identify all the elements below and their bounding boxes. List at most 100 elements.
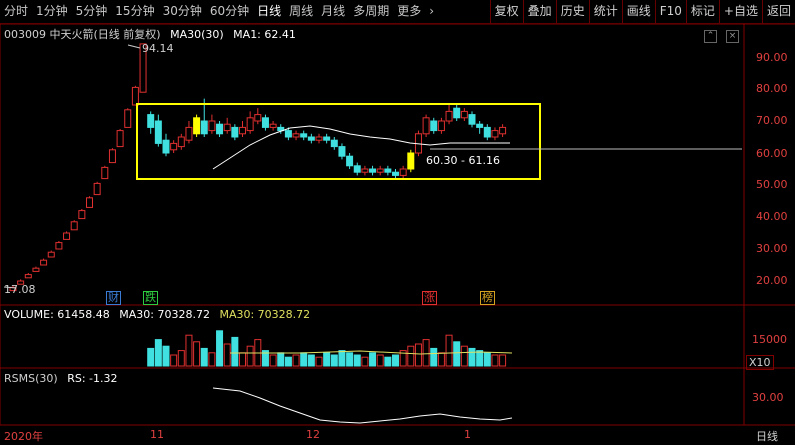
candle-body (101, 166, 109, 180)
date-year: 2020年 (4, 430, 43, 443)
volume-bar (216, 330, 224, 367)
candle-body (93, 182, 101, 196)
ma30-label: MA30(30) (170, 28, 224, 41)
volume-bar (269, 354, 277, 367)
candle-body (177, 136, 185, 148)
close-icon[interactable]: × (726, 30, 739, 43)
event-tag-drop[interactable]: 跌 (143, 291, 158, 305)
volume-bar (147, 347, 155, 367)
candle-body (300, 133, 308, 138)
candle-body (269, 123, 277, 128)
high-marker (127, 44, 141, 49)
volume-ma30: MA30: 70328.72 (119, 308, 210, 321)
candle-body (338, 146, 346, 157)
low-price-label: 17.08 (4, 283, 36, 296)
candle-body (40, 259, 48, 266)
volume-bar (483, 352, 491, 367)
candle-body (200, 120, 208, 135)
candle-body (216, 123, 224, 135)
candle-body (460, 110, 468, 119)
candle-body (223, 123, 231, 132)
candle-body (55, 242, 63, 250)
volume-bar (453, 341, 461, 367)
candle-body (147, 114, 155, 128)
candle-body (231, 126, 239, 138)
candle-body (491, 130, 499, 138)
candle-body (292, 133, 300, 138)
rsms-axis-value: 30.00 (752, 391, 784, 404)
candle-body (476, 123, 484, 128)
volume-bar (193, 341, 201, 367)
candle-body (499, 126, 507, 135)
volume-bar (154, 339, 162, 367)
minimize-icon[interactable]: ⌃ (704, 30, 717, 43)
volume-unit: X10 (746, 355, 774, 370)
volume-bar (223, 343, 231, 367)
volume-bar (476, 350, 484, 367)
candle-body (261, 117, 269, 128)
candle-body (185, 126, 193, 141)
candle-body (330, 139, 338, 148)
price-axis-label: 40.00 (756, 210, 788, 223)
candle-body (70, 221, 78, 231)
high-price-label: 94.14 (142, 42, 174, 55)
candle-body (369, 168, 377, 173)
volume-bar (460, 345, 468, 367)
candle-body (437, 120, 445, 132)
price-axis-label: 90.00 (756, 51, 788, 64)
volume-axis-top: 15000 (752, 333, 787, 346)
volume-bar (277, 352, 285, 367)
volume-bar (200, 347, 208, 367)
volume-bar (430, 347, 438, 367)
volume-bar (307, 354, 315, 367)
volume-bar (376, 354, 384, 367)
stock-title: 003009 中天火箭(日线 前复权) (4, 28, 161, 41)
candle-body (78, 210, 86, 220)
volume-bar (185, 334, 193, 367)
candle-body (483, 126, 491, 138)
candle-body (445, 110, 453, 122)
volume-bar (246, 345, 254, 367)
candle-body (86, 197, 93, 208)
price-axis-label: 60.00 (756, 147, 788, 160)
candle-body (254, 114, 262, 122)
volume-value: VOLUME: 61458.48 (4, 308, 110, 321)
candle-body (162, 139, 170, 154)
candle-body (422, 117, 430, 135)
volume-bar (491, 354, 499, 367)
volume-bar (315, 356, 323, 367)
ma1-label: MA1: 62.41 (233, 28, 296, 41)
price-candles (9, 43, 507, 292)
volume-bar (170, 354, 178, 367)
volume-bar (384, 356, 392, 367)
price-axis-label: 20.00 (756, 274, 788, 287)
volume-ma30b: MA30: 70328.72 (219, 308, 311, 321)
price-axis-label: 50.00 (756, 178, 788, 191)
candle-body (399, 168, 407, 176)
volume-header: VOLUME: 61458.48 MA30: 70328.72 MA30: 70… (4, 308, 316, 321)
volume-bar (323, 352, 331, 367)
volume-bar (284, 356, 292, 367)
candle-body (315, 136, 323, 141)
candle-body (246, 117, 254, 132)
volume-bar (239, 352, 246, 367)
price-axis-label: 30.00 (756, 242, 788, 255)
event-tag-ranking[interactable]: 榜 (480, 291, 495, 305)
candle-body (307, 136, 315, 141)
volume-bar (208, 352, 216, 367)
rsms-header: RSMS(30) RS: -1.32 (4, 372, 123, 385)
volume-bar (369, 352, 377, 367)
candle-body (170, 142, 178, 151)
candle-body (116, 130, 124, 148)
volume-bar (361, 356, 369, 367)
period-label[interactable]: 日线 (756, 428, 778, 444)
event-tag-finance[interactable]: 财 (106, 291, 121, 305)
volume-bar (437, 352, 445, 367)
volume-bar (300, 352, 308, 367)
candle-body (108, 149, 116, 164)
event-tag-rise[interactable]: 涨 (422, 291, 437, 305)
candle-body (154, 120, 162, 144)
candle-body (24, 274, 32, 279)
rsms-label: RSMS(30) (4, 372, 58, 385)
volume-bar (414, 343, 422, 367)
